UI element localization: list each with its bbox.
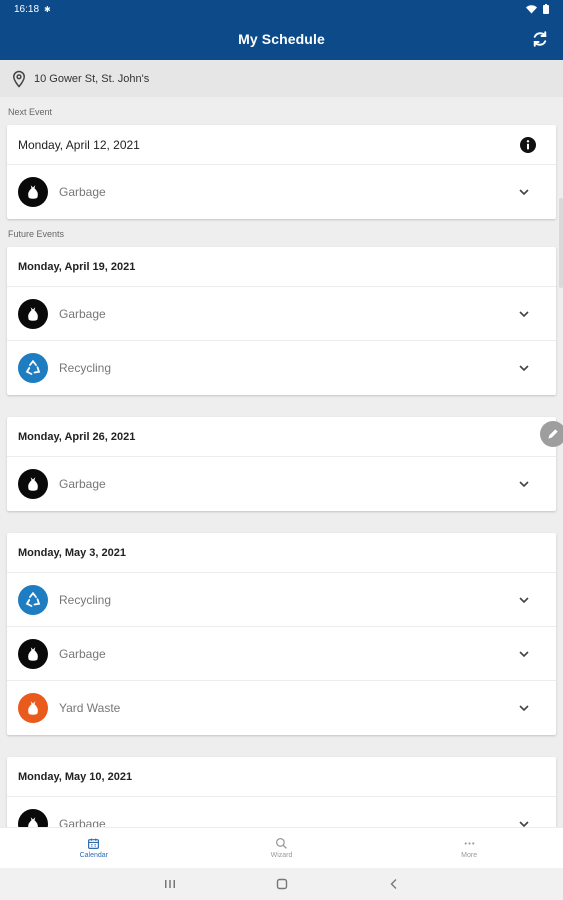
chevron-down-icon[interactable]	[517, 593, 531, 607]
next-event-label: Next Event	[8, 107, 53, 117]
address-bar[interactable]: 10 Gower St, St. John's	[0, 60, 563, 97]
collection-item-label: Garbage	[59, 185, 106, 199]
app-bar: My Schedule	[0, 18, 563, 60]
page-title: My Schedule	[238, 31, 325, 47]
collection-item-label: Garbage	[59, 477, 106, 491]
future-events-label: Future Events	[8, 229, 65, 239]
status-bar: 16:18 ✱	[0, 0, 563, 18]
garbage-bag-icon	[28, 306, 38, 321]
event-card: Monday, May 3, 2021 Recycling Garbage Yard …	[7, 533, 556, 735]
notification-icon: ✱	[44, 4, 51, 14]
nav-more[interactable]: More	[419, 837, 519, 859]
recycling-icon	[25, 359, 41, 375]
collection-type-badge	[18, 353, 48, 383]
collection-item-row[interactable]: Recycling	[7, 341, 556, 395]
event-card: Monday, April 26, 2021 Garbage	[7, 417, 556, 511]
collection-item-row[interactable]: Garbage	[7, 287, 556, 341]
nav-label-calendar: Calendar	[79, 852, 109, 859]
back-icon[interactable]	[388, 878, 400, 890]
chevron-down-icon[interactable]	[517, 701, 531, 715]
recycling-icon	[25, 591, 41, 607]
wifi-icon	[526, 4, 537, 13]
system-nav-bar	[0, 868, 563, 900]
event-date: Monday, April 19, 2021	[18, 260, 136, 273]
chevron-down-icon[interactable]	[517, 817, 531, 827]
chevron-down-icon[interactable]	[517, 647, 531, 661]
status-time: 16:18	[14, 3, 40, 15]
garbage-bag-icon	[28, 185, 38, 199]
event-date: Monday, May 10, 2021	[18, 770, 133, 783]
collection-type-badge	[18, 177, 48, 207]
collection-item-row[interactable]: Garbage	[7, 457, 556, 511]
battery-icon	[543, 4, 549, 14]
location-pin-icon	[12, 70, 26, 88]
wizard-search-icon	[275, 837, 287, 849]
edit-button[interactable]	[540, 421, 563, 447]
event-date-header: Monday, May 3, 2021	[7, 533, 556, 573]
garbage-bag-icon	[28, 646, 38, 661]
chevron-down-icon[interactable]	[517, 185, 531, 199]
more-icon	[464, 842, 475, 845]
event-date: Monday, April 26, 2021	[18, 430, 136, 443]
card-spacer	[0, 735, 563, 757]
collection-item-label: Garbage	[59, 817, 106, 827]
event-card: Monday, May 10, 2021 Garbage	[7, 757, 556, 827]
nav-calendar[interactable]: Calendar	[44, 837, 144, 859]
collection-type-badge	[18, 809, 48, 827]
garbage-bag-icon	[28, 817, 38, 827]
collection-type-badge	[18, 469, 48, 499]
chevron-down-icon[interactable]	[517, 477, 531, 491]
info-icon[interactable]	[520, 137, 536, 153]
garbage-bag-icon	[28, 477, 38, 491]
collection-item-row[interactable]: Garbage	[7, 797, 556, 827]
address-text: 10 Gower St, St. John's	[34, 72, 150, 85]
calendar-icon	[88, 838, 100, 849]
event-card: Monday, April 19, 2021 Garbage Recycling	[7, 247, 556, 395]
event-date: Monday, April 12, 2021	[18, 137, 140, 152]
chevron-down-icon[interactable]	[517, 307, 531, 321]
event-date-header: Monday, April 26, 2021	[7, 417, 556, 457]
event-date-header: Monday, April 12, 2021	[7, 125, 556, 165]
collection-type-badge	[18, 638, 48, 669]
event-date: Monday, May 3, 2021	[18, 546, 127, 559]
collection-item-row[interactable]: Yard Waste	[7, 681, 556, 735]
event-date-header: Monday, May 10, 2021	[7, 757, 556, 797]
event-date-header: Monday, April 19, 2021	[7, 247, 556, 287]
collection-type-badge	[18, 298, 48, 329]
refresh-button[interactable]	[529, 28, 551, 50]
bottom-nav: Calendar Wizard More	[0, 827, 563, 868]
recent-apps-icon[interactable]	[164, 878, 176, 890]
chevron-down-icon[interactable]	[517, 361, 531, 375]
card-spacer	[0, 511, 563, 533]
collection-item-row[interactable]: Garbage	[7, 627, 556, 681]
collection-type-badge	[18, 693, 48, 723]
pencil-icon	[548, 429, 558, 439]
home-icon[interactable]	[276, 878, 288, 890]
nav-label-more: More	[461, 852, 478, 859]
collection-item-row[interactable]: Recycling	[7, 573, 556, 627]
yard-waste-bag-icon	[28, 701, 38, 715]
schedule-list[interactable]: Next Event Monday, April 12, 2021 Garbag…	[0, 97, 563, 827]
refresh-icon	[533, 31, 547, 47]
collection-item-label: Garbage	[59, 646, 106, 661]
status-icons	[526, 4, 549, 14]
collection-item-label: Recycling	[59, 361, 112, 375]
collection-item-label: Yard Waste	[59, 701, 121, 715]
nav-wizard[interactable]: Wizard	[231, 837, 331, 859]
collection-item-row[interactable]: Garbage	[7, 165, 556, 219]
collection-item-label: Garbage	[59, 306, 106, 321]
nav-label-wizard: Wizard	[270, 852, 293, 859]
card-spacer	[0, 395, 563, 417]
collection-item-label: Recycling	[59, 592, 112, 607]
collection-type-badge	[18, 584, 48, 615]
next-event-card: Monday, April 12, 2021 Garbage	[7, 125, 556, 219]
